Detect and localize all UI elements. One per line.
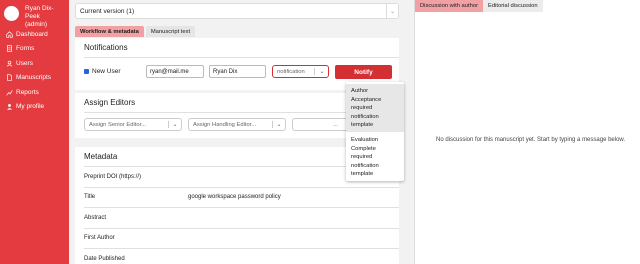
handling-editor-select[interactable]: Assign Handling Editor... ⌄ xyxy=(188,118,286,131)
sidebar-item-forms[interactable]: Forms xyxy=(0,42,69,57)
new-user-checkbox[interactable] xyxy=(84,69,89,74)
empty-discussion-message: No discussion for this manuscript yet. S… xyxy=(436,137,626,143)
sidebar-item-label: Users xyxy=(16,59,33,67)
tab-manuscript-text[interactable]: Manuscript text xyxy=(145,26,196,37)
metadata-label-doi: Preprint DOI (https://) xyxy=(84,174,142,180)
discussion-pane: Discussion with author Editorial discuss… xyxy=(414,0,640,264)
sidebar-item-dashboard[interactable]: Dashboard xyxy=(0,27,69,42)
users-icon xyxy=(6,60,13,67)
sidebar-item-label: Forms xyxy=(16,45,35,53)
section-title: Notifications xyxy=(84,43,128,52)
home-icon xyxy=(6,30,13,38)
manuscript-tabs: Workflow & metadata Manuscript text xyxy=(75,26,197,37)
metadata-label-first-author: First Author xyxy=(84,235,115,241)
tab-editorial-discussion[interactable]: Editorial discussion xyxy=(483,0,543,12)
reports-icon xyxy=(6,89,13,96)
divider xyxy=(84,187,399,188)
senior-editor-select[interactable]: Assign Senior Editor... ⌄ xyxy=(84,118,182,131)
sidebar-item-my-profile[interactable]: My profile xyxy=(0,100,69,115)
chevron-down-icon: ⌄ xyxy=(172,122,178,128)
metadata-label-date-published: Date Published xyxy=(84,256,125,262)
chevron-down-icon: ⌄ xyxy=(276,122,282,128)
sidebar-item-label: My profile xyxy=(16,103,45,111)
notification-template-select[interactable]: notification ⌄ xyxy=(272,65,329,78)
tab-discussion-with-author[interactable]: Discussion with author xyxy=(415,0,483,12)
template-option-evaluation-complete[interactable]: Evaluation Complete required notificatio… xyxy=(346,133,404,180)
new-user-label: New User xyxy=(92,68,121,75)
user-profile: Ryan Dix-Peek (admin) xyxy=(0,0,69,28)
profile-icon xyxy=(6,103,13,110)
forms-icon xyxy=(6,45,13,52)
manuscript-pane: Current version (1) ⌄ Workflow & metadat… xyxy=(75,0,408,264)
sidebar-item-label: Reports xyxy=(16,88,39,96)
divider xyxy=(84,228,399,229)
chevron-down-icon: ⌄ xyxy=(386,4,398,18)
sidebar: Ryan Dix-Peek (admin) Dashboard Forms Us… xyxy=(0,0,69,264)
chevron-down-icon: ⌄ xyxy=(319,69,325,75)
user-name: Ryan Dix-Peek (admin) xyxy=(25,5,54,28)
name-field[interactable]: Ryan Dix xyxy=(209,65,266,78)
template-dropdown-menu: Author Acceptance required notification … xyxy=(346,82,404,181)
email-field[interactable]: ryan@mail.me xyxy=(146,65,204,78)
tab-workflow-metadata[interactable]: Workflow & metadata xyxy=(75,26,144,37)
metadata-label-abstract: Abstract xyxy=(84,215,107,221)
version-select[interactable]: Current version (1) ⌄ xyxy=(75,3,399,19)
divider xyxy=(84,207,399,208)
divider xyxy=(84,57,399,58)
metadata-value-title[interactable]: google workspace password policy xyxy=(188,194,281,200)
sidebar-item-manuscripts[interactable]: Manuscripts xyxy=(0,71,69,86)
discussion-tabs: Discussion with author Editorial discuss… xyxy=(415,0,543,12)
divider xyxy=(84,248,399,249)
avatar[interactable] xyxy=(4,6,19,21)
sidebar-item-label: Dashboard xyxy=(16,30,48,38)
sidebar-item-reports[interactable]: Reports xyxy=(0,85,69,100)
sidebar-item-users[interactable]: Users xyxy=(0,56,69,71)
notify-button[interactable]: Notify xyxy=(335,65,392,79)
sidebar-item-label: Manuscripts xyxy=(16,74,52,82)
template-option-author-acceptance[interactable]: Author Acceptance required notification … xyxy=(346,84,404,132)
metadata-label-title: Title xyxy=(84,194,96,200)
manuscripts-icon xyxy=(6,74,13,81)
